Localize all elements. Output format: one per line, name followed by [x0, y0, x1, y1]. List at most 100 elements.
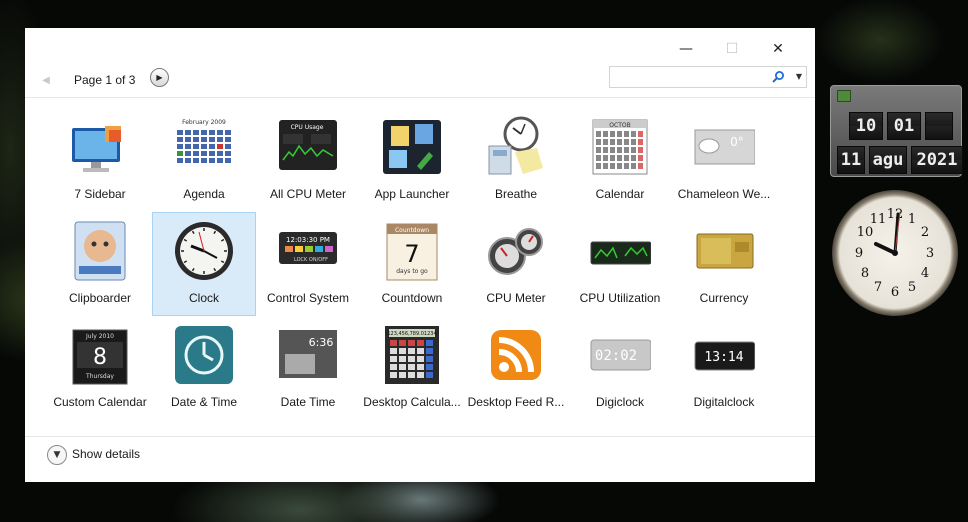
gadget-tile[interactable]: CPU Usage All CPU Meter: [256, 108, 360, 212]
page-indicator: Page 1 of 3: [74, 73, 136, 87]
next-page-button[interactable]: ▶: [150, 68, 169, 87]
window-controls: — ☐ ✕: [663, 34, 801, 64]
gadget-tile[interactable]: 0° Chameleon We...: [672, 108, 776, 212]
gadget-label: Chameleon We...: [677, 187, 771, 201]
svg-text:2: 2: [921, 225, 929, 240]
gadget-tile[interactable]: February 2009 Agenda: [152, 108, 256, 212]
gadget-tile[interactable]: Desktop Feed R...: [464, 316, 568, 420]
chevron-down-icon[interactable]: ▼: [796, 72, 802, 81]
home-icon[interactable]: [837, 90, 851, 102]
breathe-icon: [488, 116, 543, 175]
gadget-label: Date & Time: [170, 395, 238, 409]
svg-text:02:02: 02:02: [595, 348, 637, 364]
weather-icon: 0°: [694, 129, 755, 165]
gadget-tile[interactable]: App Launcher: [360, 108, 464, 212]
svg-text:5: 5: [908, 280, 916, 295]
svg-text:days to go: days to go: [396, 268, 428, 275]
search-box: ▼: [609, 66, 807, 88]
svg-text:Countdown: Countdown: [395, 227, 429, 234]
svg-text:February 2009: February 2009: [182, 119, 226, 126]
svg-text:Thursday: Thursday: [85, 373, 114, 380]
close-button[interactable]: ✕: [755, 34, 801, 64]
gadget-tile[interactable]: Breathe: [464, 108, 568, 212]
control-system-icon: 12:03:30 PM LOCK ON/OFF: [279, 232, 337, 264]
rss-feed-icon: [491, 330, 541, 380]
app-launcher-icon: [383, 120, 441, 174]
gadget-label: Control System: [266, 291, 350, 305]
digital-date-time-icon: 6:36: [279, 330, 337, 378]
gadget-label: Date Time: [280, 395, 336, 409]
toolbar: ◀ Page 1 of 3 ▶ ▼: [25, 64, 815, 98]
svg-text:9: 9: [855, 246, 863, 261]
countdown-icon: Countdown 7 days to go: [386, 223, 438, 281]
gadget-tile[interactable]: CPU Utilization: [568, 212, 672, 316]
sidebar-icon: [72, 126, 121, 172]
gadget-label: Digitalclock: [693, 395, 755, 409]
clock-face-icon: 12 12 345 678 91011: [855, 207, 934, 300]
svg-text:CPU Usage: CPU Usage: [291, 124, 324, 131]
gadget-label: Agenda: [183, 187, 225, 201]
svg-text:3: 3: [926, 246, 934, 261]
search-icon[interactable]: [771, 70, 785, 84]
gadget-tile[interactable]: 13:14 Digitalclock: [672, 316, 776, 420]
svg-text:July 2010: July 2010: [85, 333, 114, 340]
gadget-tile[interactable]: 02:02 Digiclock: [568, 316, 672, 420]
gadget-label: Desktop Calcula...: [363, 395, 461, 409]
clipboard-icon: [74, 221, 126, 281]
currency-icon: [696, 233, 754, 269]
gadget-tile[interactable]: CPU Meter: [464, 212, 568, 316]
gadget-grid: 7 Sidebar February 2009 Agenda CPU Usage…: [48, 108, 788, 420]
svg-text:7: 7: [404, 240, 419, 268]
gadget-tile[interactable]: 6:36 Date Time: [256, 316, 360, 420]
clock-icon: [175, 222, 233, 280]
gadget-tile[interactable]: Currency: [672, 212, 776, 316]
flip-clock-hour: 10: [849, 112, 883, 140]
gadget-label: Clock: [188, 291, 219, 305]
gadget-label: Calendar: [595, 187, 645, 201]
gadget-label: 7 Sidebar: [74, 187, 126, 201]
search-input[interactable]: [613, 69, 763, 85]
gadget-gallery-window: — ☐ ✕ ◀ Page 1 of 3 ▶ ▼ 7 Sidebar Februa…: [25, 28, 815, 482]
gadget-label: Countdown: [381, 291, 443, 305]
previous-page-button[interactable]: ◀: [39, 72, 53, 88]
digiclock-icon: 02:02: [590, 339, 651, 371]
gadget-tile[interactable]: Countdown 7 days to go Countdown: [360, 212, 464, 316]
gadget-tile[interactable]: Date & Time: [152, 316, 256, 420]
show-details-button[interactable]: ▼: [47, 445, 67, 465]
svg-text:8: 8: [861, 266, 869, 281]
flip-clock-blank: [925, 112, 953, 140]
gadget-tile[interactable]: 123,456,789.01234 Desktop Calcula...: [360, 316, 464, 420]
minimize-button[interactable]: —: [663, 34, 709, 64]
toolbar-divider: [25, 97, 815, 98]
gadget-label: Breathe: [494, 187, 538, 201]
analog-clock-gadget[interactable]: 12 1 2 345 678 9 10 11: [832, 190, 958, 316]
svg-text:0°: 0°: [730, 135, 744, 149]
date-time-icon: [175, 326, 233, 384]
svg-text:7: 7: [874, 280, 882, 295]
svg-text:13:14: 13:14: [704, 350, 743, 365]
cpu-gauge-icon: [488, 228, 543, 275]
calendar-icon: OCTOB: [592, 119, 648, 175]
gadget-label: CPU Utilization: [579, 291, 661, 305]
chevron-down-icon: ▼: [53, 450, 61, 460]
gadget-tile[interactable]: Clock: [152, 212, 256, 316]
show-details-label[interactable]: Show details: [72, 447, 140, 461]
svg-text:123,456,789.01234: 123,456,789.01234: [387, 331, 436, 337]
gadget-tile[interactable]: Clipboarder: [48, 212, 152, 316]
gadget-tile[interactable]: 7 Sidebar: [48, 108, 152, 212]
svg-text:1: 1: [908, 212, 916, 227]
gadget-label: Digiclock: [595, 395, 644, 409]
svg-text:11: 11: [870, 212, 887, 227]
svg-text:LOCK ON/OFF: LOCK ON/OFF: [294, 257, 328, 263]
flip-clock-gadget[interactable]: 10 01 11 agu 2021: [830, 85, 963, 177]
maximize-button[interactable]: ☐: [709, 34, 755, 64]
gadget-label: Clipboarder: [68, 291, 132, 305]
svg-text:6: 6: [891, 285, 899, 300]
flip-clock-year: 2021: [911, 146, 963, 174]
svg-text:12: 12: [887, 207, 904, 222]
flip-clock-month: agu: [869, 146, 907, 174]
gadget-tile[interactable]: July 2010 8 Thursday Custom Calendar: [48, 316, 152, 420]
gadget-tile[interactable]: 12:03:30 PM LOCK ON/OFF Control System: [256, 212, 360, 316]
calculator-icon: 123,456,789.01234: [385, 326, 439, 384]
gadget-tile[interactable]: OCTOB Calendar: [568, 108, 672, 212]
